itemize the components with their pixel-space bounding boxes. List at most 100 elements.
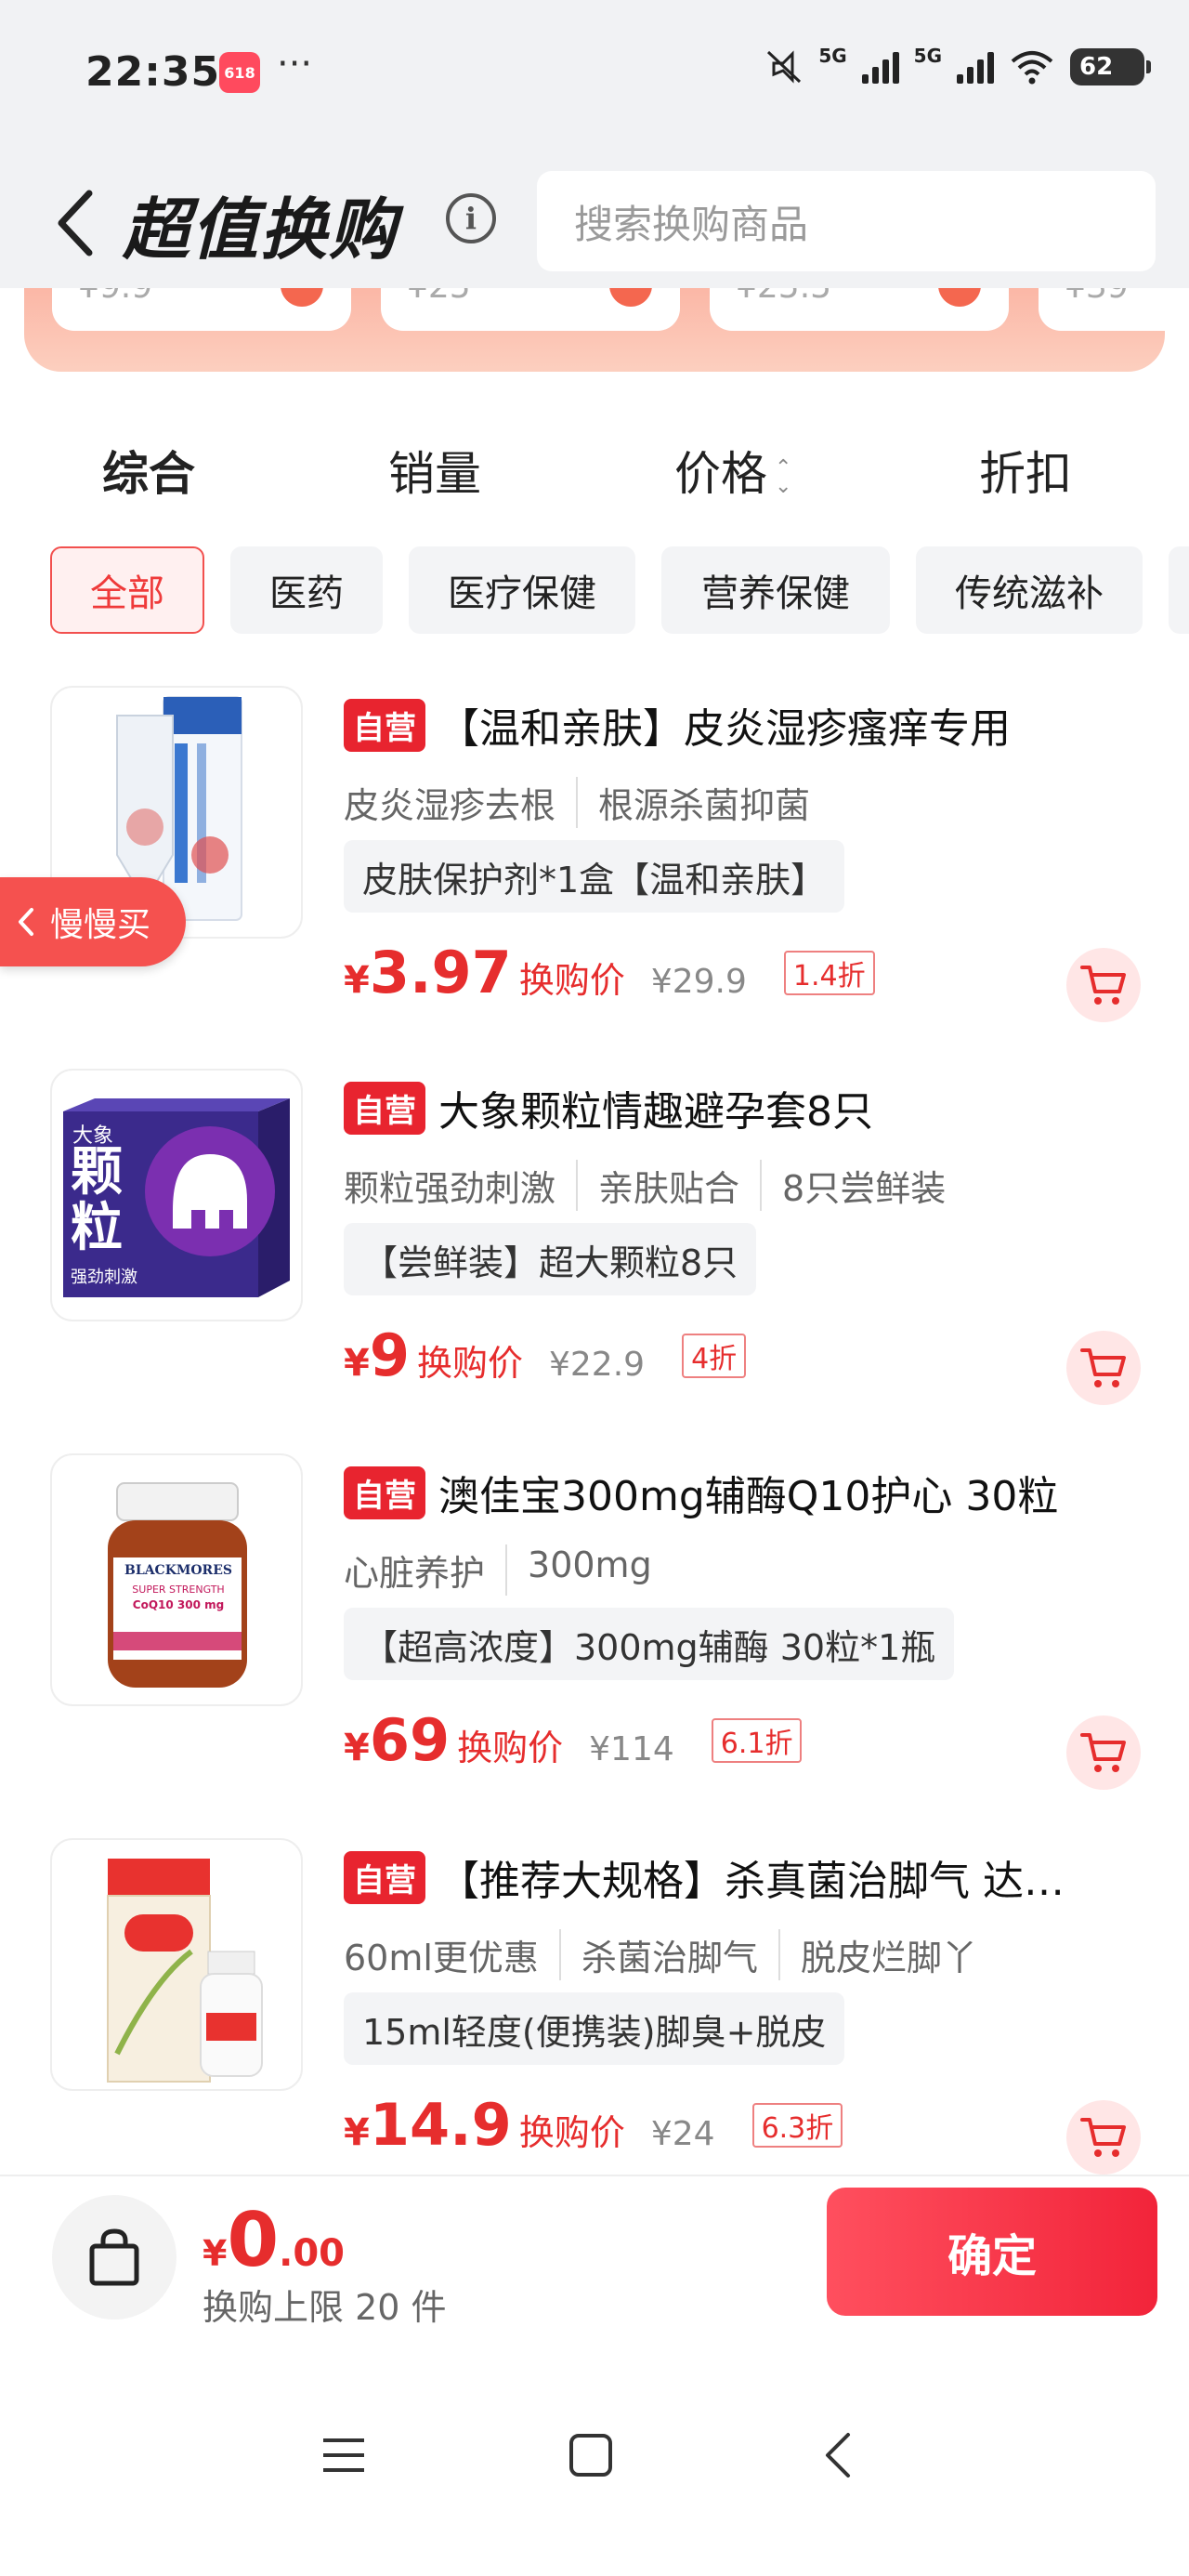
coupon-dot-icon [281, 288, 323, 307]
shopping-bag-icon [89, 2228, 139, 2286]
product-title: 【温和亲肤】皮炎湿疹瘙痒专用 [438, 705, 1011, 753]
sort-tab-discount[interactable]: 折扣 [979, 437, 1072, 504]
coupon-price: ¥25 [407, 288, 471, 306]
back-icon [826, 2433, 850, 2477]
product-tag: 8只尝鲜装 [760, 1160, 946, 1211]
float-button-label: 慢慢买 [50, 906, 151, 944]
total-price: ¥0.00 [203, 2197, 345, 2283]
coupon-price: ¥9.9 [78, 288, 152, 306]
coupon-card[interactable]: ¥39 [1039, 288, 1165, 331]
add-to-cart-button[interactable] [1066, 948, 1141, 1022]
battery-icon: 62 [1070, 48, 1151, 85]
product-spec[interactable]: 【超高浓度】300mg辅酶 30粒*1瓶 [344, 1608, 955, 1680]
product-tags: 心脏养护 300mg [344, 1544, 652, 1596]
confirm-button[interactable]: 确定 [827, 2188, 1157, 2316]
product-title: 【推荐大规格】杀真菌治脚气 达… [438, 1858, 1065, 1905]
thumb-subtitle: 强劲刺激 [71, 1268, 137, 1287]
category-chip-healthcare[interactable]: 医疗保健 [409, 546, 635, 634]
thumb-char: 粒 [71, 1198, 123, 1258]
category-chip-medicine[interactable]: 医药 [230, 546, 383, 634]
currency-symbol: ¥ [344, 1727, 370, 1769]
home-icon [569, 2434, 612, 2477]
product-tag: 脱皮烂脚丫 [777, 1929, 977, 1980]
original-price: ¥24 [650, 2115, 715, 2153]
menu-icon [323, 2438, 364, 2472]
total-dec: .00 [279, 2232, 345, 2275]
coupon-dot-icon [609, 288, 652, 307]
self-operated-badge: 自营 [344, 1081, 425, 1135]
mute-icon [767, 50, 802, 84]
back-button[interactable] [52, 188, 108, 262]
coupon-band: ¥9.9 ¥25 ¥25.5 ¥39 [24, 288, 1165, 372]
more-notifications-icon: ··· [277, 43, 313, 85]
exchange-price: 69 [369, 1706, 451, 1774]
product-tag: 颗粒强劲刺激 [344, 1168, 556, 1209]
product-tag: 300mg [505, 1544, 652, 1596]
self-operated-badge: 自营 [344, 698, 425, 752]
exchange-price-label: 换购价 [416, 1343, 523, 1384]
currency-symbol: ¥ [203, 2233, 228, 2274]
coupon-card[interactable]: ¥25.5 [710, 288, 1009, 331]
sort-tab-sales[interactable]: 销量 [388, 437, 481, 504]
thumb-line1: SUPER STRENGTH [132, 1584, 225, 1596]
discount-badge: 6.1折 [711, 1718, 803, 1763]
network-type-1: 5G [818, 45, 847, 67]
chevron-left-icon [19, 908, 33, 936]
discount-badge: 1.4折 [783, 951, 875, 995]
search-input[interactable]: 搜索换购商品 [537, 171, 1156, 271]
nav-menu-button[interactable] [297, 2409, 390, 2502]
nav-home-button[interactable] [544, 2409, 637, 2502]
product-tag: 60ml更优惠 [344, 1938, 539, 1978]
info-icon[interactable]: i [446, 193, 496, 243]
add-to-cart-button[interactable] [1066, 1715, 1141, 1790]
sort-tab-price[interactable]: 价格 ⌃ ⌄ [674, 437, 791, 504]
product-spec[interactable]: 15ml轻度(便携装)脚臭+脱皮 [344, 1992, 845, 2065]
product-tag: 皮炎湿疹去根 [344, 785, 556, 826]
product-item[interactable]: 大象 颗 粒 强劲刺激 自营 大象颗粒情趣避孕套8只 颗粒强劲刺激 亲肤贴合 8… [0, 1069, 1189, 1422]
add-to-cart-button[interactable] [1066, 2100, 1141, 2175]
category-chip-nutrition[interactable]: 营养保健 [661, 546, 890, 634]
thumb-line2: CoQ10 300 mg [132, 1598, 225, 1611]
price-compare-float-button[interactable]: 慢慢买 [0, 877, 186, 966]
product-item[interactable]: BLACKMORES SUPER STRENGTH CoQ10 300 mg 自… [0, 1453, 1189, 1807]
sort-tab-price-label: 价格 [674, 447, 767, 501]
category-chip-tonic[interactable]: 传统滋补 [916, 546, 1143, 634]
product-tag: 杀菌治脚气 [558, 1929, 758, 1980]
sort-tab-overall[interactable]: 综合 [102, 437, 195, 504]
cart-bag-button[interactable] [52, 2195, 176, 2320]
category-chip-more[interactable] [1169, 546, 1189, 634]
coupon-card[interactable]: ¥9.9 [52, 288, 351, 331]
thumb-brand: BLACKMORES [124, 1563, 232, 1578]
coupon-card[interactable]: ¥25 [381, 288, 680, 331]
coupon-price: ¥25.5 [736, 288, 831, 306]
coupon-price: ¥39 [1065, 288, 1129, 306]
exchange-price: 9 [369, 1321, 410, 1389]
product-image: BLACKMORES SUPER STRENGTH CoQ10 300 mg [50, 1453, 303, 1706]
product-tag: 根源杀菌抑菌 [576, 777, 810, 828]
original-price: ¥114 [589, 1730, 674, 1768]
signal-icon-1 [861, 50, 899, 84]
product-item[interactable]: 自营 【温和亲肤】皮炎湿疹瘙痒专用 皮炎湿疹去根 根源杀菌抑菌 皮肤保护剂*1盒… [0, 686, 1189, 1039]
price-row: ¥ 14.9 换购价 ¥24 6.3折 [344, 2091, 843, 2159]
product-tags: 皮炎湿疹去根 根源杀菌抑菌 [344, 777, 810, 828]
product-image: 大象 颗 粒 强劲刺激 [50, 1069, 303, 1321]
product-item[interactable]: 自营 【推荐大规格】杀真菌治脚气 达… 60ml更优惠 杀菌治脚气 脱皮烂脚丫 … [0, 1838, 1189, 2191]
exchange-limit: 换购上限 20 件 [203, 2287, 447, 2328]
product-tags: 60ml更优惠 杀菌治脚气 脱皮烂脚丫 [344, 1929, 977, 1980]
app-618-icon: 618 [219, 52, 260, 93]
cart-icon [1080, 966, 1126, 1005]
category-chip-all[interactable]: 全部 [50, 546, 204, 634]
product-title: 澳佳宝300mg辅酶Q10护心 30粒 [438, 1473, 1059, 1520]
cart-icon [1080, 1348, 1126, 1387]
system-nav-bar [0, 2360, 1189, 2576]
nav-back-button[interactable] [791, 2409, 884, 2502]
price-row: ¥ 3.97 换购价 ¥29.9 1.4折 [344, 939, 875, 1006]
header: 超值换购 i 搜索换购商品 [0, 149, 1189, 288]
bottom-bar: ¥0.00 换购上限 20 件 确定 [0, 2175, 1189, 2360]
add-to-cart-button[interactable] [1066, 1331, 1141, 1405]
product-tags: 颗粒强劲刺激 亲肤贴合 8只尝鲜装 [344, 1160, 946, 1211]
thumb-char: 颗 [71, 1142, 123, 1203]
exchange-price-label: 换购价 [457, 1728, 564, 1768]
product-spec[interactable]: 皮肤保护剂*1盒【温和亲肤】 [344, 840, 845, 913]
product-spec[interactable]: 【尝鲜装】超大颗粒8只 [344, 1223, 757, 1295]
